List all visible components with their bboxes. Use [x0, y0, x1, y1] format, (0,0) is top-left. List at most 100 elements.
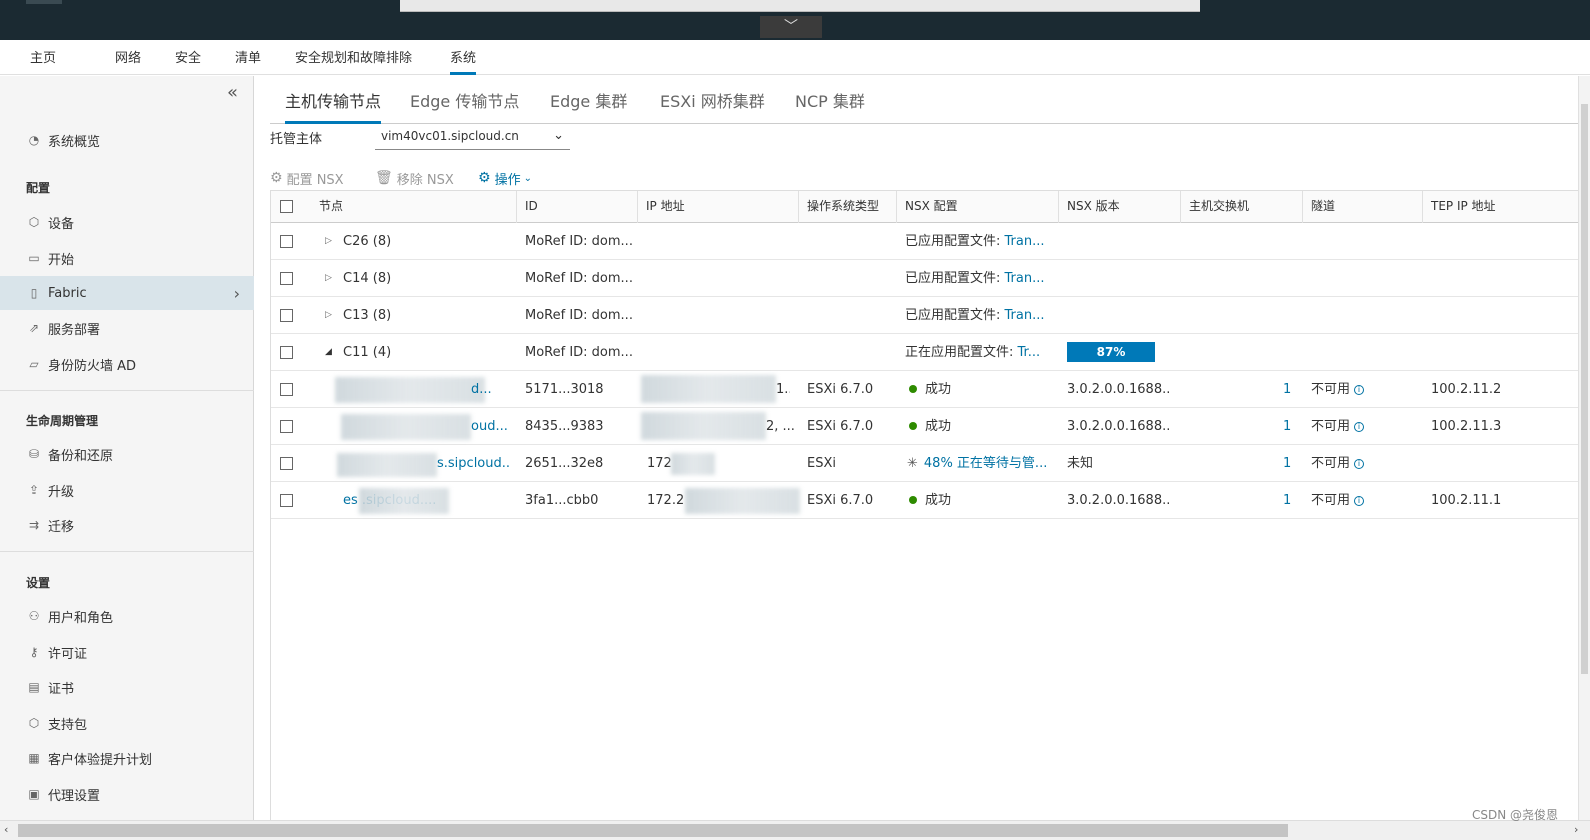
sidebar-item-appliances[interactable]: ⬡ 设备: [0, 205, 254, 239]
column-header-nsx-config[interactable]: NSX 配置: [896, 191, 1060, 223]
tab-esxi-bridge-clusters[interactable]: ESXi 网桥集群: [660, 88, 765, 124]
host-switch-count[interactable]: 1: [1283, 445, 1291, 482]
configure-nsx-button[interactable]: ⚙ 配置 NSX: [270, 168, 344, 188]
sidebar-item-overview[interactable]: ◔ 系统概览: [0, 123, 254, 157]
host-node-link[interactable]: s.sipcloud....: [437, 445, 509, 482]
table-row[interactable]: oud... 8435...9383 2, ... ESXi 6.7.0 成功 …: [271, 408, 1581, 445]
tab-home[interactable]: 主页: [30, 40, 56, 75]
info-icon[interactable]: i: [1354, 458, 1365, 469]
config-profile-link[interactable]: Tran...: [1005, 308, 1045, 323]
row-checkbox[interactable]: [280, 420, 293, 433]
horizontal-scrollbar[interactable]: ‹ ›: [0, 820, 1590, 840]
table-row[interactable]: s.sipcloud.... 2651...32e8 172 ESXi ✳ 48%…: [271, 445, 1581, 482]
scroll-thumb[interactable]: [1581, 104, 1588, 674]
row-checkbox[interactable]: [280, 309, 293, 322]
collapse-caret-icon[interactable]: ◢: [325, 334, 332, 371]
row-checkbox[interactable]: [280, 235, 293, 248]
status-text: 成功: [925, 493, 952, 508]
tab-host-transport-nodes[interactable]: 主机传输节点: [285, 88, 382, 124]
remove-nsx-button[interactable]: 🗑 移除 NSX: [375, 168, 454, 188]
vertical-scrollbar[interactable]: [1578, 76, 1590, 820]
config-profile-link[interactable]: Tran...: [1005, 234, 1045, 249]
sidebar-item-service-deployment[interactable]: ⇗ 服务部署: [0, 311, 254, 345]
table-row[interactable]: es .sipcloud.... 3fa1...cbb0 172.2 ESXi …: [271, 482, 1581, 519]
collapse-sidebar-icon[interactable]: «: [227, 82, 238, 103]
tunnel-text: 不可用: [1311, 456, 1351, 471]
host-node-link[interactable]: oud...: [471, 408, 507, 445]
sidebar-item-migrate[interactable]: ⇉ 迁移: [0, 508, 254, 542]
sidebar-item-certificates[interactable]: ▤ 证书: [0, 670, 254, 704]
sidebar-item-get-started[interactable]: ▭ 开始: [0, 241, 254, 275]
table-row[interactable]: ◢ C11 (4) MoRef ID: dom... 正在应用配置文件: Tr.…: [271, 334, 1581, 371]
host-nsx-version: 3.0.2.0.0.1688...: [1067, 493, 1171, 508]
row-checkbox[interactable]: [280, 383, 293, 396]
column-header-nsx-version[interactable]: NSX 版本: [1058, 191, 1180, 223]
table-row[interactable]: ▷ C13 (8) MoRef ID: dom... 已应用配置文件: Tran…: [271, 297, 1581, 334]
config-profile-link[interactable]: Tran...: [1005, 271, 1045, 286]
tab-edge-transport-nodes[interactable]: Edge 传输节点: [410, 88, 519, 124]
column-header-id[interactable]: ID: [516, 191, 636, 223]
gear-icon: ⚙: [270, 170, 283, 186]
host-ip: 172.2: [647, 493, 685, 508]
tab-networking[interactable]: 网络: [115, 40, 141, 75]
tunnel-text: 不可用: [1311, 382, 1351, 397]
host-switch-count[interactable]: 1: [1283, 408, 1291, 445]
column-header-node[interactable]: 节点: [311, 191, 515, 223]
key-icon: ⚷: [29, 645, 39, 659]
sidebar-item-identity-firewall[interactable]: ▱ 身份防火墙 AD: [0, 347, 254, 381]
cluster-name: C11 (4): [343, 345, 392, 360]
sidebar-item-upgrade[interactable]: ⇪ 升级: [0, 473, 254, 507]
sidebar-item-users-roles[interactable]: ⚇ 用户和角色: [0, 599, 254, 633]
column-header-os[interactable]: 操作系统类型: [798, 191, 898, 223]
host-node-link[interactable]: d...: [471, 371, 507, 408]
cluster-name: C26 (8): [343, 234, 392, 249]
host-switch-count[interactable]: 1: [1283, 482, 1291, 519]
sidebar-item-backup[interactable]: ⛁ 备份和还原: [0, 437, 254, 471]
sidebar-item-license[interactable]: ⚷ 许可证: [0, 635, 254, 669]
tab-ncp-clusters[interactable]: NCP 集群: [795, 88, 865, 124]
table-row[interactable]: ▷ C26 (8) MoRef ID: dom... 已应用配置文件: Tran…: [271, 223, 1581, 260]
row-checkbox[interactable]: [280, 346, 293, 359]
row-checkbox[interactable]: [280, 494, 293, 507]
info-icon[interactable]: i: [1354, 421, 1365, 432]
column-header-host-switches[interactable]: 主机交换机: [1180, 191, 1302, 223]
tab-edge-clusters[interactable]: Edge 集群: [550, 88, 627, 124]
column-header-tunnels[interactable]: 隧道: [1302, 191, 1422, 223]
column-header-ip[interactable]: IP 地址: [637, 191, 797, 223]
sidebar-item-label: 用户和角色: [48, 610, 114, 626]
sidebar-item-label: 备份和还原: [48, 448, 114, 464]
actions-menu-button[interactable]: ⚙ 操作 ⌄: [478, 168, 532, 188]
host-ip: 2, ...: [766, 419, 794, 434]
chart-icon: ▦: [28, 751, 40, 765]
row-checkbox[interactable]: [280, 272, 293, 285]
info-icon[interactable]: i: [1354, 384, 1365, 395]
config-profile-link[interactable]: Tr...: [1018, 345, 1041, 360]
sidebar-item-ceip[interactable]: ▦ 客户体验提升计划: [0, 741, 254, 775]
managed-by-select[interactable]: vim40vc01.sipcloud.cn ⌄: [375, 126, 570, 150]
remote-bar-toggle[interactable]: ﹀: [760, 16, 822, 38]
table-row[interactable]: d... 5171...3018 1... ESXi 6.7.0 成功 3.0.…: [271, 371, 1581, 408]
tab-plan-troubleshoot[interactable]: 安全规划和故障排除: [295, 40, 412, 75]
tab-security[interactable]: 安全: [175, 40, 201, 75]
table-row[interactable]: ▷ C14 (8) MoRef ID: dom... 已应用配置文件: Tran…: [271, 260, 1581, 297]
column-header-tep-ip[interactable]: TEP IP 地址: [1422, 191, 1581, 223]
scroll-right-icon[interactable]: ›: [1574, 823, 1578, 836]
host-switch-count[interactable]: 1: [1283, 371, 1291, 408]
scroll-left-icon[interactable]: ‹: [4, 823, 8, 836]
sidebar-item-support-bundle[interactable]: ⬡ 支持包: [0, 706, 254, 740]
tab-inventory[interactable]: 清单: [235, 40, 261, 75]
tab-system[interactable]: 系统: [450, 40, 477, 75]
info-icon[interactable]: i: [1354, 495, 1365, 506]
sidebar-item-fabric[interactable]: ▯ Fabric ›: [0, 276, 254, 310]
expand-caret-icon[interactable]: ▷: [325, 297, 332, 334]
sidebar-item-proxy[interactable]: ▣ 代理设置: [0, 777, 254, 811]
host-config-status: 成功: [909, 371, 951, 408]
expand-caret-icon[interactable]: ▷: [325, 260, 332, 297]
certificate-icon: ▤: [28, 680, 40, 694]
status-link[interactable]: 48% 正在等待与管...: [924, 456, 1047, 471]
select-all-checkbox[interactable]: [280, 200, 293, 213]
tunnel-status: 不可用 i: [1311, 482, 1365, 519]
expand-caret-icon[interactable]: ▷: [325, 223, 332, 260]
row-checkbox[interactable]: [280, 457, 293, 470]
scroll-thumb[interactable]: [18, 824, 1288, 837]
